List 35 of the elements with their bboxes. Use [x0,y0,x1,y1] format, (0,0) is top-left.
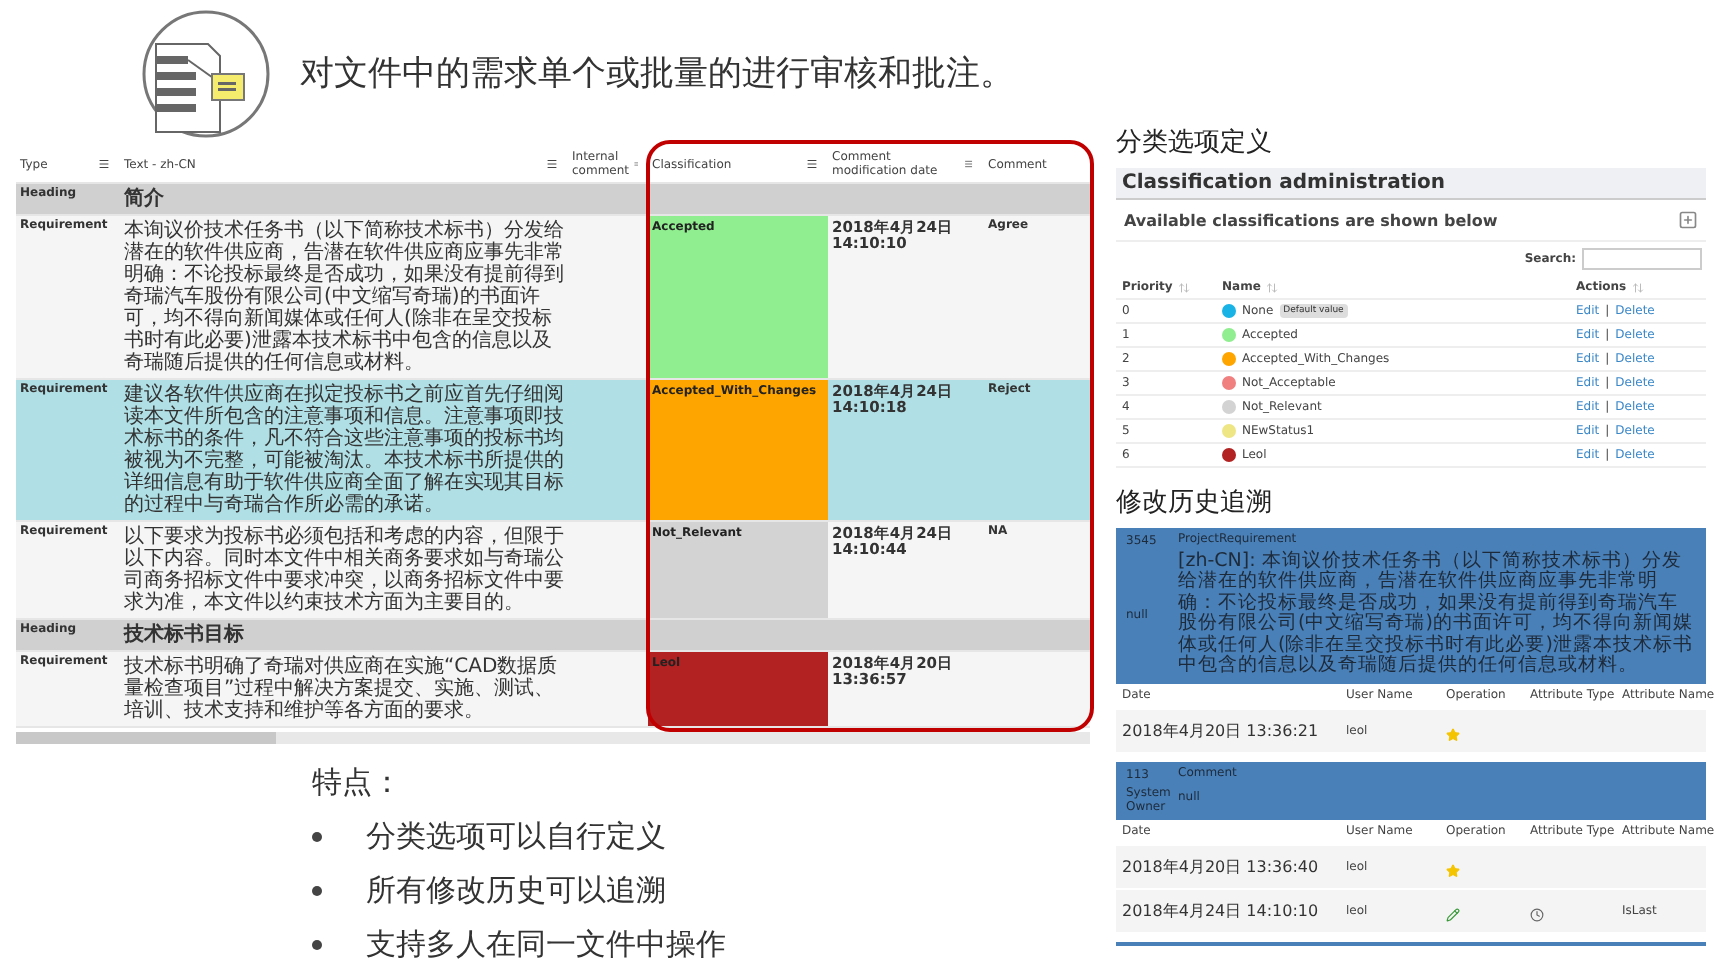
feature-item: 支持多人在同一文件中操作 [366,926,726,964]
section-title: 分类选项定义 [1116,126,1274,160]
panel-title: Classification administration [1116,168,1706,200]
sort-icon[interactable] [1632,281,1645,293]
sort-icon[interactable] [1178,281,1191,293]
table-cell-text: 简介 [122,185,166,214]
feature-item: 分类选项可以自行定义 [366,818,666,856]
document-note-icon [140,7,272,139]
field-value: [zh-CN]: 本询议价技术任务书（以下简称技术标书）分发给潜在的软件供应商，告潜在软件供应商应事先非常明确：不论投标最终是否成功，如果没有提前得到奇瑞汽车股份有限公司(中文缩写奇瑞)的书面许可，均不得向新闻媒体或任何人(除非在呈交投标书时有此必要)泄露本技术标书中包含的信息以及奇瑞随后提供的任何信息或材料。 [1178,552,1695,678]
features-title: 特点： [312,764,404,802]
slide-title: 对文件中的需求单个或批量的进行审核和批注。 [300,52,1014,96]
date-text: 2018年4月24日 14:10:10 [1122,899,1321,922]
bullet-icon [312,832,322,842]
sort-icon[interactable] [1266,281,1279,293]
search-field[interactable] [1582,248,1702,270]
date-text: 2018年4月20日 13:36:40 [1122,855,1321,878]
table-cell-text: 本询议价技术任务书（以下简称技术标书）分发给潜在的软件供应商，告潜在软件供应商应事先非常明确：不论投标最终是否成功，如果没有提前得到奇瑞汽车股份有限公司(中文缩写奇瑞)的书面许可，均不得向新闻媒体或任何人(除非在呈交投标书时有此必要)泄露本技术标书中包含的信息以及奇瑞随后提供的任何信息或材料。 [122,217,566,378]
feature-item: 所有修改历史可以追溯 [366,872,666,910]
scrollbar[interactable] [16,732,1090,744]
table-cell-text: 以下要求为投标书必须包括和考虑的内容，但限于以下内容。同时本文件中相关商务要求如与奇瑞公司商务招标文件中要求冲突，以商务招标文件中要求为准，本文件以约束技术方面为主要目的。 [122,523,566,618]
table-cell-text: 技术标书明确了奇瑞对供应商在实施“CAD数据质量检查项目”过程中解决方案提交、实施、测试、培训、技术支持和维护等各方面的要求。 [122,653,560,726]
star-icon [1446,863,1460,878]
add-icon[interactable] [1678,210,1698,230]
table-cell-text: 建议各软件供应商在拟定投标书之前应首先仔细阅读本文件所包含的注意事项和信息。注意事项即技术标书的条件，凡不符合这些注意事项的投标书均被视为不完整，可能被淘汰。本技术标书所提供的详细信息有助于软件供应商全面了解在实现其目标的过程中与奇瑞合作所必需的承诺。 [122,381,566,520]
bullet-icon [312,940,322,950]
table-cell-text: 技术标书目标 [121,621,246,650]
section-title: 修改历史追溯 [1116,486,1274,520]
menu-icon[interactable] [98,158,110,170]
star-icon [1446,727,1460,742]
pencil-icon [1446,907,1460,922]
date-text: 2018年4月20日 13:36:21 [1122,719,1321,742]
menu-icon[interactable] [546,158,558,170]
bullet-icon [312,886,322,896]
menu-icon[interactable] [806,158,818,170]
panel-subtitle: Available classifications are shown below [1124,211,1498,229]
